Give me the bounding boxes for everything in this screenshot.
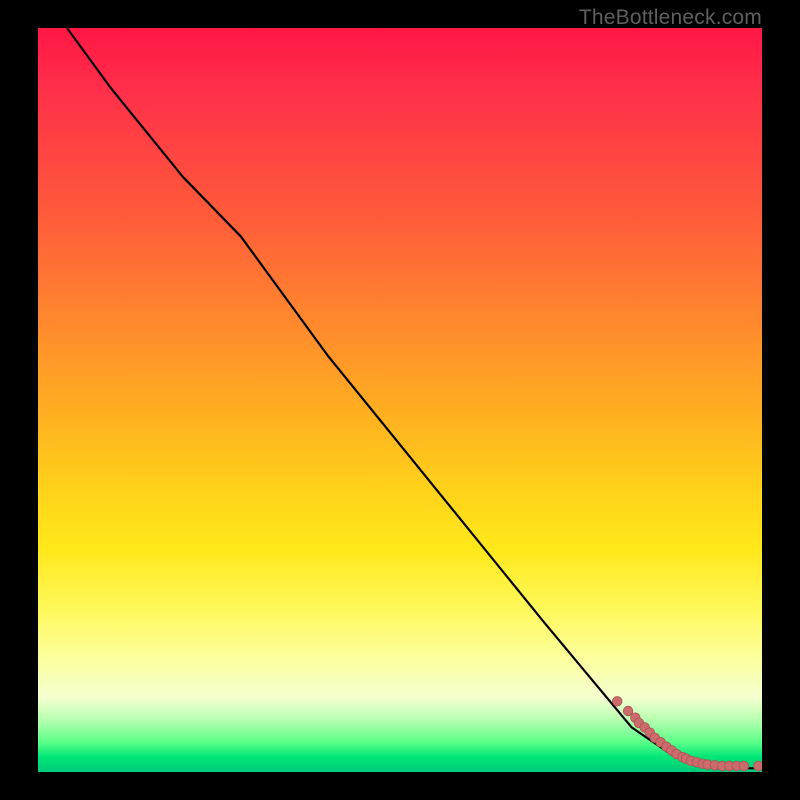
bottleneck-curve: [67, 28, 762, 768]
watermark-text: TheBottleneck.com: [579, 6, 762, 30]
data-points-group: [612, 697, 762, 771]
data-point: [739, 761, 749, 771]
chart-frame: TheBottleneck.com: [0, 0, 800, 800]
data-point: [612, 697, 622, 707]
chart-overlay: [38, 28, 762, 772]
data-point: [754, 761, 762, 771]
plot-area: [38, 28, 762, 772]
